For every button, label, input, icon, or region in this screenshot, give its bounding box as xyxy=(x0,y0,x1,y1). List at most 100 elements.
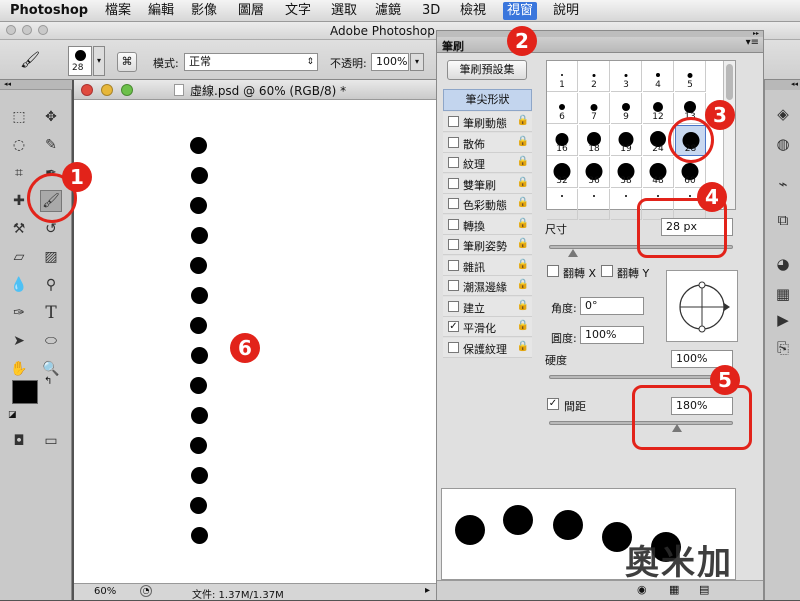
option-checkbox[interactable] xyxy=(448,198,459,209)
lock-icon[interactable]: 🔒 xyxy=(517,218,529,229)
option-checkbox[interactable] xyxy=(448,259,459,271)
brush-preset-cell[interactable]: 32 xyxy=(547,157,578,188)
history-icon[interactable]: ⎘ xyxy=(771,336,795,360)
menu-3d[interactable]: 3D xyxy=(418,2,444,20)
brush-preset-cell[interactable]: 19 xyxy=(611,125,642,156)
brush-preset-picker[interactable]: 28 xyxy=(68,46,92,76)
toggle-preview-icon[interactable]: ◉ xyxy=(637,583,647,596)
option-checkbox[interactable] xyxy=(448,177,459,189)
move-tool-icon[interactable]: ✥ xyxy=(40,106,62,128)
eraser-tool-icon[interactable]: ▱ xyxy=(8,246,30,268)
ellipse-tool-icon[interactable]: ⬭ xyxy=(40,330,62,352)
flip-x-checkbox[interactable] xyxy=(547,265,559,277)
option-checkbox[interactable] xyxy=(448,300,459,312)
lock-icon[interactable]: 🔒 xyxy=(517,115,529,126)
menu-select[interactable]: 選取 xyxy=(327,2,361,20)
tip-shape-option[interactable]: 筆尖形狀 xyxy=(443,89,532,111)
lock-icon[interactable]: 🔒 xyxy=(517,197,529,208)
clone-stamp-tool-icon[interactable]: ⚒ xyxy=(8,218,30,240)
menu-app[interactable]: Photoshop xyxy=(6,2,92,20)
brush-preset-cell[interactable]: 6 xyxy=(547,93,578,124)
brush-preset-cell[interactable]: 5 xyxy=(675,61,706,92)
brush-preset-cell[interactable]: 36 xyxy=(579,157,610,188)
doc-close-icon[interactable] xyxy=(81,84,93,96)
foreground-color-swatch[interactable] xyxy=(12,380,38,404)
lock-icon[interactable]: 🔒 xyxy=(517,238,529,249)
new-preset-icon[interactable]: ▤ xyxy=(699,583,709,596)
brush-option-row[interactable]: 散佈 🔒 xyxy=(443,132,532,153)
brush-option-row[interactable]: 雜訊 🔒 xyxy=(443,255,532,276)
spacing-checkbox[interactable]: ✓ xyxy=(547,398,559,410)
lock-icon[interactable]: 🔒 xyxy=(517,177,529,188)
menu-type[interactable]: 文字 xyxy=(281,2,315,20)
window-minimize-icon[interactable] xyxy=(22,25,32,35)
brush-preset-cell[interactable]: 1 xyxy=(547,61,578,92)
brush-option-row[interactable]: 筆刷動態 🔒 xyxy=(443,112,532,132)
menu-file[interactable]: 檔案 xyxy=(101,2,135,20)
brush-option-row[interactable]: 保護紋理 🔒 xyxy=(443,337,532,358)
quick-select-tool-icon[interactable]: ✎ xyxy=(40,134,62,156)
brush-option-row[interactable]: 色彩動態 🔒 xyxy=(443,194,532,214)
menu-view[interactable]: 檢視 xyxy=(456,2,490,20)
actions-play-icon[interactable]: ▶ xyxy=(771,308,795,332)
panel-menu-icon[interactable]: ▾≡ xyxy=(746,37,759,48)
dock-grip-icon[interactable]: ◂◂ xyxy=(765,80,800,90)
brush-option-row[interactable]: 轉換 🔒 xyxy=(443,214,532,235)
toggle-brush-panel-button[interactable]: ⌘ xyxy=(117,52,137,72)
doc-minimize-icon[interactable] xyxy=(101,84,113,96)
dodge-tool-icon[interactable]: ⚲ xyxy=(40,274,62,296)
brush-preset-cell[interactable]: 18 xyxy=(579,125,610,156)
preset-scrollbar-thumb[interactable] xyxy=(726,64,733,100)
size-slider-thumb[interactable] xyxy=(568,249,578,257)
menu-edit[interactable]: 編輯 xyxy=(144,2,178,20)
brush-preset-cell[interactable]: 38 xyxy=(611,157,642,188)
pen-tool-icon[interactable]: ✑ xyxy=(8,302,30,324)
brush-preset-cell[interactable]: 2 xyxy=(579,61,610,92)
brush-option-row[interactable]: 紋理 🔒 xyxy=(443,153,532,173)
brush-preset-cell[interactable] xyxy=(547,189,578,220)
option-checkbox[interactable] xyxy=(448,116,459,127)
menu-image[interactable]: 影像 xyxy=(187,2,221,20)
hardness-slider[interactable] xyxy=(549,375,733,379)
lock-icon[interactable]: 🔒 xyxy=(517,259,529,270)
roundness-input[interactable]: 100% xyxy=(580,326,644,344)
brush-preset-cell[interactable]: 9 xyxy=(611,93,642,124)
marquee-tool-icon[interactable]: ⬚ xyxy=(8,106,30,128)
channels-icon[interactable]: ◍ xyxy=(771,132,795,156)
opacity-input[interactable]: 100% xyxy=(371,53,409,71)
brush-panel-tab[interactable]: 筆刷 xyxy=(442,38,464,54)
brush-option-row[interactable]: 筆刷姿勢 🔒 xyxy=(443,235,532,255)
brush-option-row[interactable]: 潮濕邊緣 🔒 xyxy=(443,276,532,296)
lock-icon[interactable]: 🔒 xyxy=(517,156,529,167)
angle-roundness-widget[interactable] xyxy=(666,270,738,342)
3d-icon[interactable]: ⧉ xyxy=(771,208,795,232)
swap-colors-icon[interactable]: ↰ xyxy=(44,376,52,387)
gradient-tool-icon[interactable]: ▨ xyxy=(40,246,62,268)
angle-input[interactable]: 0° xyxy=(580,297,644,315)
option-checkbox[interactable] xyxy=(448,239,459,250)
flip-y-checkbox[interactable] xyxy=(601,265,613,277)
option-checkbox[interactable] xyxy=(448,136,459,148)
brush-option-row[interactable]: 建立 🔒 xyxy=(443,296,532,317)
grid-icon[interactable]: ▦ xyxy=(669,583,679,596)
status-arrow-icon[interactable]: ▸ xyxy=(425,585,430,596)
color-icon[interactable]: ◕ xyxy=(771,252,795,276)
brush-presets-button[interactable]: 筆刷預設集 xyxy=(447,60,527,80)
brush-preset-cell[interactable]: 7 xyxy=(579,93,610,124)
option-checkbox[interactable] xyxy=(448,218,459,230)
menu-layer[interactable]: 圖層 xyxy=(234,2,268,20)
menu-window[interactable]: 視窗 xyxy=(503,2,538,20)
default-colors-icon[interactable]: ◪ xyxy=(8,410,17,420)
opacity-dropdown-icon[interactable]: ▾ xyxy=(410,53,424,71)
window-zoom-icon[interactable] xyxy=(38,25,48,35)
brush-tool-icon[interactable]: 🖌 xyxy=(20,50,40,69)
lock-icon[interactable]: 🔒 xyxy=(517,300,529,311)
hand-tool-icon[interactable]: ✋ xyxy=(8,358,30,380)
paths-icon[interactable]: ⌁ xyxy=(771,172,795,196)
window-close-icon[interactable] xyxy=(6,25,16,35)
lock-icon[interactable]: 🔒 xyxy=(517,279,529,290)
lock-icon[interactable]: 🔒 xyxy=(517,136,529,147)
swatches-icon[interactable]: ▦ xyxy=(771,282,795,306)
brush-preset-cell[interactable]: 4 xyxy=(643,61,674,92)
option-checkbox[interactable] xyxy=(448,280,459,291)
